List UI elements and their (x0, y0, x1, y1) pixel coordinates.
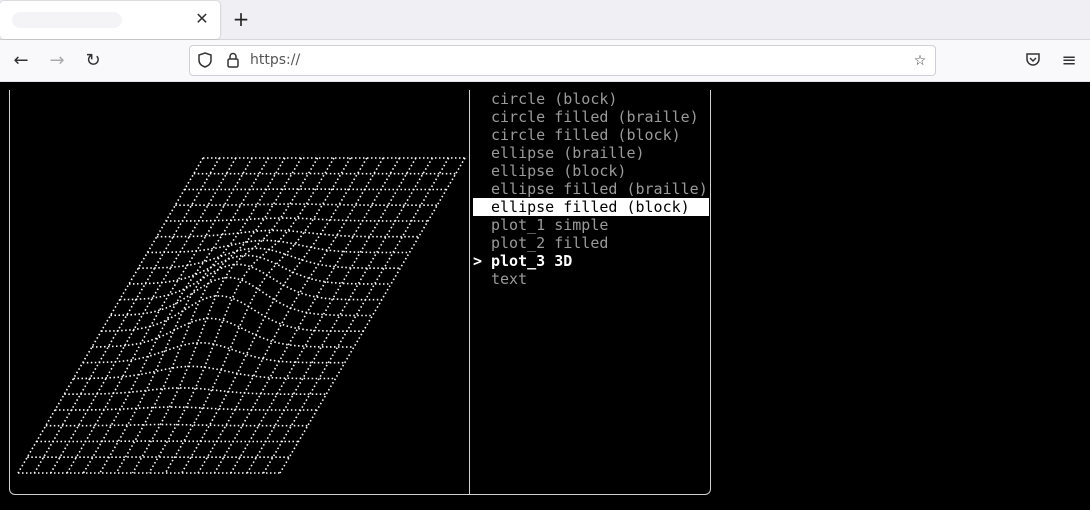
menu-item[interactable]: circle filled (block) (473, 126, 709, 144)
new-tab-button[interactable]: + (231, 9, 251, 29)
bookmark-star-icon[interactable]: ☆ (911, 52, 929, 70)
menu-item[interactable]: ellipse (braille) (473, 144, 709, 162)
close-icon[interactable]: ✕ (194, 11, 210, 27)
terminal-window: > circle (block) circle filled (braille) c… (9, 90, 711, 495)
menu-item[interactable]: plot_3 3D (473, 252, 709, 270)
menu-item[interactable]: ellipse filled (block) (473, 198, 709, 216)
lock-icon[interactable] (224, 52, 242, 70)
grid-line (166, 217, 428, 222)
menu-item[interactable]: ellipse (block) (473, 162, 709, 180)
grid-line (82, 341, 345, 364)
menu-item[interactable]: circle (block) (473, 90, 709, 108)
tab-bar: ✕ + (0, 0, 1090, 40)
browser-tab[interactable]: ✕ (0, 1, 220, 39)
pocket-icon[interactable] (1023, 51, 1043, 71)
menu-item[interactable]: plot_1 simple (473, 216, 709, 234)
shield-icon[interactable] (196, 52, 214, 70)
pane-divider (469, 90, 470, 495)
plot-3d-canvas (17, 157, 466, 474)
surface-grid (17, 157, 466, 474)
url-text[interactable]: https:// (250, 52, 300, 68)
menu-item[interactable]: circle filled (braille) (473, 108, 709, 126)
tab-title (12, 12, 122, 28)
grid-line (73, 365, 336, 380)
grid-line (156, 229, 419, 238)
menu-hamburger-icon[interactable]: ≡ (1059, 51, 1079, 71)
menu-item[interactable]: plot_2 filled (473, 234, 709, 252)
grid-line (175, 203, 438, 206)
forward-icon[interactable]: → (47, 51, 67, 71)
nav-bar: ← → ↻ https:// ☆ ≡ (0, 40, 1090, 82)
back-icon[interactable]: ← (11, 51, 31, 71)
grid-line (92, 317, 354, 348)
url-bar[interactable]: https:// ☆ (189, 45, 936, 76)
menu-item[interactable]: text (473, 270, 709, 288)
example-menu: > circle (block) circle filled (braille) c… (473, 90, 709, 288)
menu-item[interactable]: ellipse filled (braille) (473, 180, 709, 198)
reload-icon[interactable]: ↻ (83, 51, 103, 71)
grid-line (129, 254, 391, 285)
